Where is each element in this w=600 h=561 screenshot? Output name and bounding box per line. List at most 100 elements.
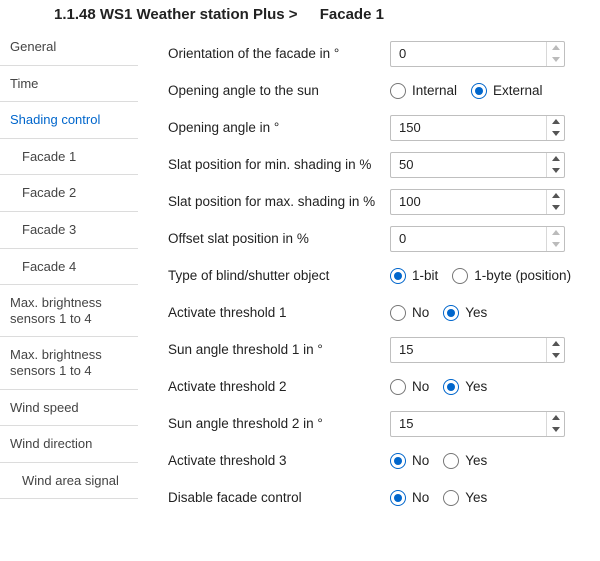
openAngle-down[interactable]: [547, 128, 564, 140]
sunThr2-control: 15: [390, 411, 590, 437]
sunThr1-label: Sun angle threshold 1 in °: [168, 342, 390, 357]
openAngleSun-option-1[interactable]: External: [471, 83, 543, 99]
sunThr1-value[interactable]: 15: [391, 338, 546, 362]
row-sunThr2: Sun angle threshold 2 in ° 15: [168, 405, 590, 442]
actThr1-label: Activate threshold 1: [168, 305, 390, 320]
slatMin-label: Slat position for min. shading in %: [168, 157, 390, 172]
actThr2-option-0-label: No: [412, 379, 429, 394]
actThr1-option-0[interactable]: No: [390, 305, 429, 321]
orientation-label: Orientation of the facade in °: [168, 46, 390, 61]
disableFacade-label: Disable facade control: [168, 490, 390, 505]
sidebar-item-9[interactable]: Wind speed: [0, 390, 138, 427]
slatMax-control: 100: [390, 189, 590, 215]
blindType-control: 1-bit 1-byte (position): [390, 268, 590, 284]
disableFacade-control: No Yes: [390, 490, 590, 506]
blindType-option-0[interactable]: 1-bit: [390, 268, 438, 284]
orientation-spinner[interactable]: 0: [390, 41, 565, 67]
row-orientation: Orientation of the facade in ° 0: [168, 35, 590, 72]
actThr3-option-1-label: Yes: [465, 453, 487, 468]
sidebar-item-0[interactable]: General: [0, 29, 138, 66]
sidebar-item-5[interactable]: Facade 3: [0, 212, 138, 249]
actThr3-control: No Yes: [390, 453, 590, 469]
blindType-option-0-label: 1-bit: [412, 268, 438, 283]
radio-icon: [390, 268, 406, 284]
openAngleSun-option-0-label: Internal: [412, 83, 457, 98]
actThr3-option-1[interactable]: Yes: [443, 453, 487, 469]
radio-icon: [390, 83, 406, 99]
actThr1-option-1[interactable]: Yes: [443, 305, 487, 321]
actThr1-option-0-label: No: [412, 305, 429, 320]
openAngle-up[interactable]: [547, 116, 564, 128]
actThr2-option-1-label: Yes: [465, 379, 487, 394]
disableFacade-option-0-label: No: [412, 490, 429, 505]
row-actThr2: Activate threshold 2 No Yes: [168, 368, 590, 405]
openAngleSun-control: Internal External: [390, 83, 590, 99]
sunThr1-up[interactable]: [547, 338, 564, 350]
slatMin-value[interactable]: 50: [391, 153, 546, 177]
offsetSlat-label: Offset slat position in %: [168, 231, 390, 246]
sidebar-item-1[interactable]: Time: [0, 66, 138, 103]
sidebar-item-7[interactable]: Max. brightness sensors 1 to 4: [0, 285, 138, 337]
radio-icon: [452, 268, 468, 284]
actThr3-option-0[interactable]: No: [390, 453, 429, 469]
openAngleSun-option-1-label: External: [493, 83, 543, 98]
offsetSlat-spinner[interactable]: 0: [390, 226, 565, 252]
radio-icon: [390, 453, 406, 469]
slatMax-up[interactable]: [547, 190, 564, 202]
sidebar-item-10[interactable]: Wind direction: [0, 426, 138, 463]
slatMin-up[interactable]: [547, 153, 564, 165]
slatMax-value[interactable]: 100: [391, 190, 546, 214]
row-offsetSlat: Offset slat position in % 0: [168, 220, 590, 257]
disableFacade-option-1[interactable]: Yes: [443, 490, 487, 506]
sidebar: GeneralTimeShading controlFacade 1Facade…: [0, 29, 138, 522]
slatMin-down[interactable]: [547, 165, 564, 177]
slatMax-spinner[interactable]: 100: [390, 189, 565, 215]
row-actThr1: Activate threshold 1 No Yes: [168, 294, 590, 331]
blindType-option-1[interactable]: 1-byte (position): [452, 268, 571, 284]
actThr2-control: No Yes: [390, 379, 590, 395]
sunThr2-down[interactable]: [547, 424, 564, 436]
breadcrumb: 1.1.48 WS1 Weather station Plus > Facade…: [0, 0, 600, 29]
blindType-option-1-label: 1-byte (position): [474, 268, 571, 283]
parameter-panel: Orientation of the facade in ° 0 Opening…: [138, 29, 600, 522]
openAngleSun-option-0[interactable]: Internal: [390, 83, 457, 99]
actThr1-control: No Yes: [390, 305, 590, 321]
sidebar-item-8[interactable]: Max. brightness sensors 1 to 4: [0, 337, 138, 389]
disableFacade-option-0[interactable]: No: [390, 490, 429, 506]
row-slatMin: Slat position for min. shading in % 50: [168, 146, 590, 183]
offsetSlat-value[interactable]: 0: [391, 227, 546, 251]
orientation-down[interactable]: [547, 54, 564, 66]
slatMin-spinner[interactable]: 50: [390, 152, 565, 178]
actThr3-option-0-label: No: [412, 453, 429, 468]
sidebar-item-3[interactable]: Facade 1: [0, 139, 138, 176]
slatMax-down[interactable]: [547, 202, 564, 214]
sidebar-item-2[interactable]: Shading control: [0, 102, 138, 139]
sidebar-item-11[interactable]: Wind area signal: [0, 463, 138, 500]
row-blindType: Type of blind/shutter object 1-bit 1-byt…: [168, 257, 590, 294]
sunThr2-up[interactable]: [547, 412, 564, 424]
openAngle-value[interactable]: 150: [391, 116, 546, 140]
sunThr1-spinner[interactable]: 15: [390, 337, 565, 363]
openAngle-spinner[interactable]: 150: [390, 115, 565, 141]
openAngle-label: Opening angle in °: [168, 120, 390, 135]
actThr2-option-0[interactable]: No: [390, 379, 429, 395]
radio-icon: [471, 83, 487, 99]
breadcrumb-current: Facade 1: [320, 6, 384, 23]
sidebar-item-6[interactable]: Facade 4: [0, 249, 138, 286]
sunThr1-down[interactable]: [547, 350, 564, 362]
orientation-value[interactable]: 0: [391, 42, 546, 66]
offsetSlat-down[interactable]: [547, 239, 564, 251]
sunThr2-value[interactable]: 15: [391, 412, 546, 436]
actThr2-option-1[interactable]: Yes: [443, 379, 487, 395]
breadcrumb-root: 1.1.48 WS1 Weather station Plus >: [54, 6, 298, 23]
sidebar-item-4[interactable]: Facade 2: [0, 175, 138, 212]
slatMax-label: Slat position for max. shading in %: [168, 194, 390, 209]
sunThr2-spinner[interactable]: 15: [390, 411, 565, 437]
row-openAngle: Opening angle in ° 150: [168, 109, 590, 146]
openAngle-control: 150: [390, 115, 590, 141]
radio-icon: [443, 453, 459, 469]
radio-icon: [443, 490, 459, 506]
row-slatMax: Slat position for max. shading in % 100: [168, 183, 590, 220]
offsetSlat-up[interactable]: [547, 227, 564, 239]
orientation-up[interactable]: [547, 42, 564, 54]
